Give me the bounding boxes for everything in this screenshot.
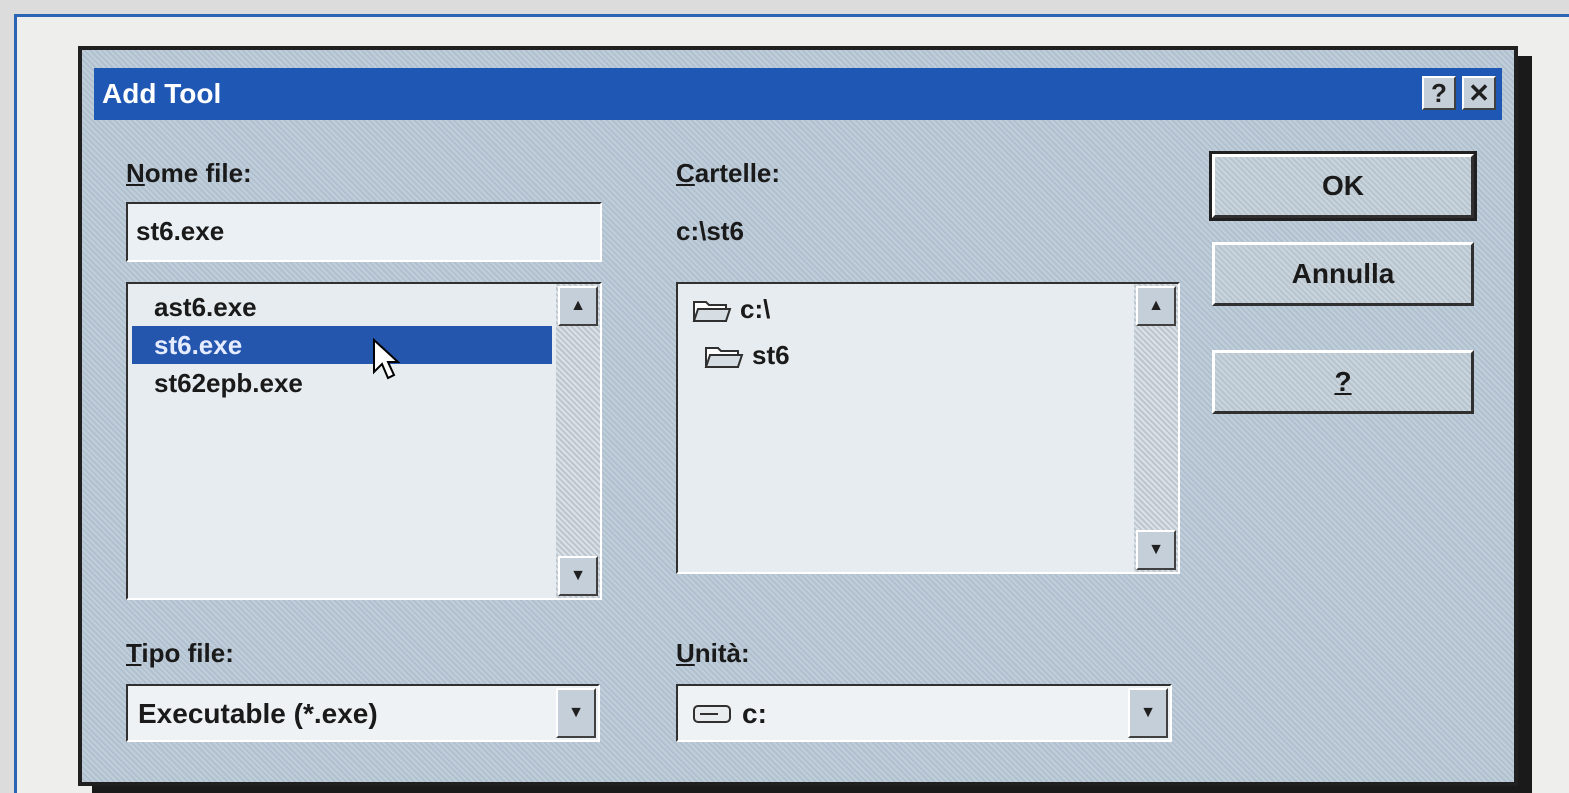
folder-list[interactable]: c:\ st6 ▲ ▼ <box>676 282 1180 574</box>
title-help-button[interactable]: ? <box>1422 76 1456 110</box>
scroll-up-button[interactable]: ▲ <box>1136 286 1176 326</box>
drive-value: c: <box>742 698 767 729</box>
add-tool-dialog: Add Tool ? ✕ Nome file: st6.exe ast6.exe… <box>78 46 1518 786</box>
folder-list-scrollbar[interactable]: ▲ ▼ <box>1134 284 1178 572</box>
chevron-down-icon[interactable]: ▼ <box>1128 688 1168 738</box>
file-list[interactable]: ast6.exe st6.exe st62epb.exe ▲ ▼ <box>126 282 602 600</box>
help-button[interactable]: ? <box>1212 350 1474 414</box>
list-item[interactable]: ast6.exe <box>132 288 554 326</box>
folder-item-st6[interactable]: st6 <box>704 340 790 371</box>
file-type-label: Tipo file: <box>126 638 234 668</box>
list-item-selected[interactable]: st6.exe <box>132 326 552 364</box>
title-bar[interactable]: Add Tool ? ✕ <box>94 68 1502 120</box>
open-folder-icon <box>692 300 732 322</box>
open-folder-icon <box>704 346 744 368</box>
current-path: c:\st6 <box>676 216 744 246</box>
mouse-cursor-icon <box>373 338 400 380</box>
title-close-button[interactable]: ✕ <box>1462 76 1496 110</box>
folders-label: Cartelle: <box>676 158 781 188</box>
scroll-down-button[interactable]: ▼ <box>558 556 598 596</box>
drive-select[interactable]: c: ▼ <box>676 684 1172 742</box>
dialog-title: Add Tool <box>102 78 222 109</box>
cancel-button[interactable]: Annulla <box>1212 242 1474 306</box>
chevron-down-icon[interactable]: ▼ <box>556 688 596 738</box>
file-type-value: Executable (*.exe) <box>138 698 378 729</box>
drive-icon <box>693 705 731 723</box>
file-name-input[interactable]: st6.exe <box>126 202 602 262</box>
scroll-down-button[interactable]: ▼ <box>1136 530 1176 570</box>
file-name-value: st6.exe <box>136 216 225 246</box>
drive-label: Unità: <box>676 638 750 668</box>
ok-button[interactable]: OK <box>1209 151 1477 221</box>
file-list-scrollbar[interactable]: ▲ ▼ <box>556 284 600 598</box>
file-name-label: Nome file: <box>126 158 252 188</box>
file-type-select[interactable]: Executable (*.exe) ▼ <box>126 684 600 742</box>
list-item[interactable]: st62epb.exe <box>132 364 554 402</box>
scroll-up-button[interactable]: ▲ <box>558 286 598 326</box>
folder-item-root[interactable]: c:\ <box>692 294 770 325</box>
